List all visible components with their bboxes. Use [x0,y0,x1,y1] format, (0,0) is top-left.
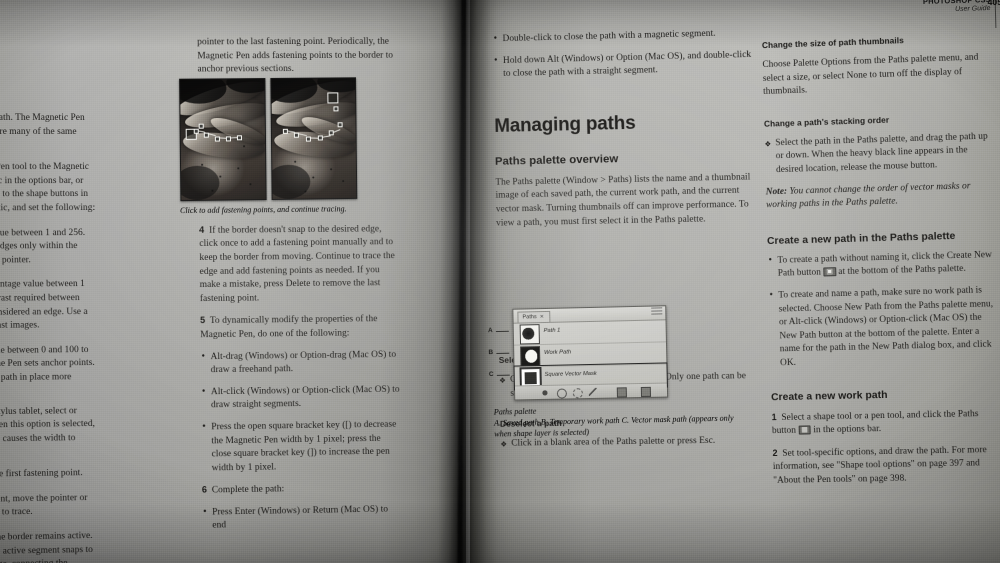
paragraph: to set the first fastening point. [0,468,83,480]
stacking-note: Note: You cannot change the order of vec… [765,180,971,211]
load-selection-icon[interactable] [572,388,583,399]
list-item: Alt-click (Windows) or Option-click (Mac… [201,383,401,413]
paths-button-icon: ▦ [798,425,812,435]
step-number: 5 [200,315,206,326]
right-page-column-2: Change the size of path thumbnails Choos… [762,32,1000,496]
step-number: 1 [771,411,777,422]
list-item: To create and name a path, make sure no … [768,284,998,371]
paragraph: ent of the border remains active.nter, t… [0,531,93,563]
note-label: Note: [765,186,788,197]
callout-c: C [488,370,494,379]
path-thumbnail [520,346,541,367]
delete-path-icon[interactable] [640,386,652,398]
pen-cursor-icon [327,92,339,104]
palette-footer [514,382,668,400]
stroke-path-icon[interactable] [556,388,567,399]
path-thumbnail [519,324,540,345]
list-item: Press the open square bracket key ([) to… [201,418,401,475]
figure-panel-b [270,77,358,200]
create-new-path-icon[interactable] [616,387,627,398]
step-number: 6 [201,484,208,495]
palette-figure-caption: Paths palette A. Saved path B. Temporary… [494,401,745,439]
step-4: 4 If the border doesn't snap to the desi… [199,224,395,304]
step-number: 2 [772,447,778,458]
callout-b: B [488,349,494,357]
book-photograph: sulting path. The Magnetic Pentools shar… [0,0,1000,563]
palette-tab-label: Paths [522,314,537,321]
step-6: 6 Complete the path: [201,484,285,496]
work-path-step-1: 1 Select a shape tool or a pen tool, and… [771,408,979,437]
paragraph: r a percentage value between 1the contra… [0,279,88,332]
figure-caption: Click to add fastening points, and conti… [179,204,347,216]
fill-path-icon[interactable] [540,388,550,397]
make-work-path-icon[interactable] [588,387,597,397]
work-path-step-2: 2 Set tool-specific options, and draw th… [772,444,987,486]
paragraph: with a stylus tablet, select orure. When… [0,405,95,445]
step-number: 4 [199,224,205,235]
page-number: 405 [987,0,1000,7]
path-name[interactable]: Path 1 [544,328,561,334]
intro-paragraph: pointer to the last fastening point. Per… [197,36,394,75]
paragraph: The Paths palette (Window > Paths) lists… [495,172,751,229]
path-name[interactable]: Square Vector Mask [544,371,596,378]
running-head: PHOTOSHOP CS3 User Guide [922,0,990,14]
list-item: To create a path without naming it, clic… [767,249,995,282]
thumbnail-size-body: Choose Palette Options from the Paths pa… [762,52,979,98]
paragraph: pixel value between 1 and 256.detects ed… [0,227,86,266]
callout-a: A [487,327,493,335]
palette-menu-icon[interactable] [651,307,663,317]
create-new-path-icon: ▣ [823,267,837,277]
close-icon[interactable]: ✕ [540,314,544,320]
path-name[interactable]: Work Path [544,349,571,356]
paragraph: er a value between 0 and 100 towhich the… [0,344,95,383]
figure-panel-a [179,78,267,202]
list-item: Hold down Alt (Windows) or Option (Mac O… [493,48,755,82]
paragraph: d segment, move the pointer orou want to… [0,492,88,519]
stacking-order-body: Select the path in the Paths palette, an… [764,130,993,178]
tracing-figure [179,77,358,202]
paths-palette-screenshot: Paths ✕ Path 1 Work Path Square Vector Ma… [488,305,669,401]
step-5: 5 To dynamically modify the properties o… [200,314,378,341]
list-item: Alt-drag (Windows) or Option-drag (Mac O… [200,348,400,378]
list-item: Press Enter (Windows) or Return (Mac OS)… [202,503,402,534]
